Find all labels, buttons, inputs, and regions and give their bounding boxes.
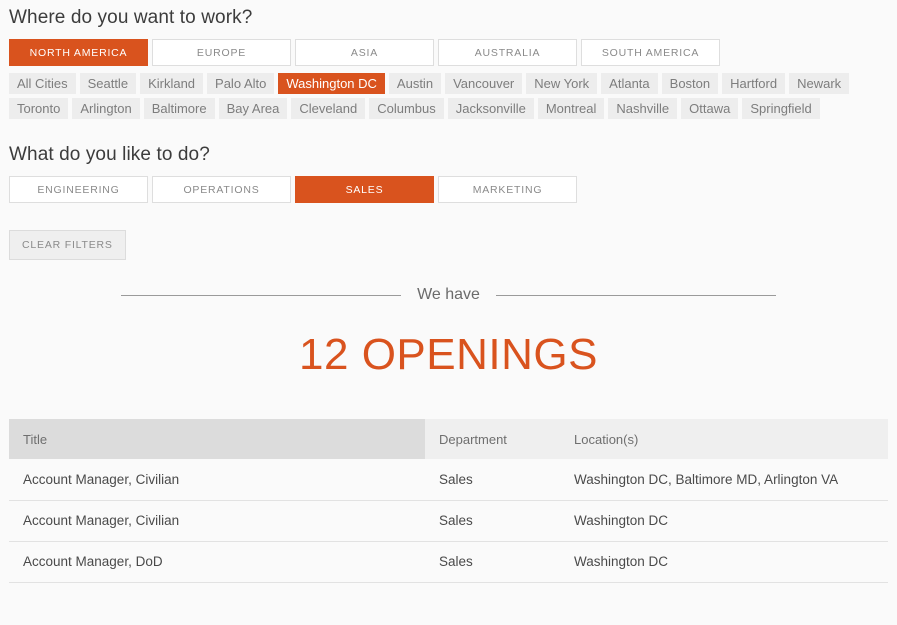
- city-chip-austin[interactable]: Austin: [388, 73, 442, 94]
- city-chip-ottawa[interactable]: Ottawa: [681, 98, 739, 119]
- clear-filters-container: CLEAR FILTERS: [0, 203, 897, 260]
- cell-locations: Washington DC, Baltimore MD, Arlington V…: [560, 459, 888, 501]
- department-filter-group: ENGINEERING OPERATIONS SALES MARKETING: [0, 166, 897, 203]
- city-chip-washington-dc[interactable]: Washington DC: [278, 73, 385, 94]
- table-header-row: Title Department Location(s): [9, 419, 888, 459]
- region-button-europe[interactable]: EUROPE: [152, 39, 291, 66]
- city-chip-springfield[interactable]: Springfield: [742, 98, 820, 119]
- cell-title: Account Manager, DoD: [9, 541, 425, 583]
- cell-locations: Washington DC: [560, 541, 888, 583]
- cell-department: Sales: [425, 459, 560, 501]
- page-title-what: What do you like to do?: [9, 144, 210, 165]
- jobs-table-container: Title Department Location(s) Account Man…: [9, 419, 888, 583]
- region-button-south-america[interactable]: SOUTH AMERICA: [581, 39, 720, 66]
- column-header-title[interactable]: Title: [9, 419, 425, 459]
- city-chip-new-york[interactable]: New York: [526, 73, 598, 94]
- openings-count: 12 OPENINGS: [299, 330, 598, 379]
- column-header-locations[interactable]: Location(s): [560, 419, 888, 459]
- city-chip-atlanta[interactable]: Atlanta: [601, 73, 658, 94]
- region-button-asia[interactable]: ASIA: [295, 39, 434, 66]
- city-chip-toronto[interactable]: Toronto: [9, 98, 69, 119]
- city-chip-kirkland[interactable]: Kirkland: [140, 73, 204, 94]
- city-chip-nashville[interactable]: Nashville: [608, 98, 678, 119]
- cell-department: Sales: [425, 541, 560, 583]
- department-button-sales[interactable]: SALES: [295, 176, 434, 203]
- region-button-north-america[interactable]: NORTH AMERICA: [9, 39, 148, 66]
- city-chip-bay-area[interactable]: Bay Area: [218, 98, 288, 119]
- table-row[interactable]: Account Manager, DoD Sales Washington DC: [9, 541, 888, 583]
- clear-filters-button[interactable]: CLEAR FILTERS: [9, 230, 126, 260]
- city-chip-newark[interactable]: Newark: [789, 73, 850, 94]
- department-button-operations[interactable]: OPERATIONS: [152, 176, 291, 203]
- jobs-table-body: Account Manager, Civilian Sales Washington…: [9, 459, 888, 583]
- cell-locations: Washington DC: [560, 500, 888, 542]
- region-filter-group: NORTH AMERICA EUROPE ASIA AUSTRALIA SOUTH AM…: [0, 29, 897, 66]
- city-chip-seattle[interactable]: Seattle: [79, 73, 137, 94]
- table-row[interactable]: Account Manager, Civilian Sales Washington…: [9, 459, 888, 501]
- department-button-marketing[interactable]: MARKETING: [438, 176, 577, 203]
- city-filter-group: All Cities Seattle Kirkland Palo Alto Washin…: [0, 66, 897, 119]
- city-chip-cleveland[interactable]: Cleveland: [291, 98, 366, 119]
- column-header-department[interactable]: Department: [425, 419, 560, 459]
- city-chip-vancouver[interactable]: Vancouver: [445, 73, 523, 94]
- region-button-australia[interactable]: AUSTRALIA: [438, 39, 577, 66]
- city-chip-arlington[interactable]: Arlington: [72, 98, 140, 119]
- city-chip-montreal[interactable]: Montreal: [537, 98, 605, 119]
- city-chip-palo-alto[interactable]: Palo Alto: [207, 73, 275, 94]
- jobs-table: Title Department Location(s) Account Man…: [9, 419, 888, 583]
- cell-title: Account Manager, Civilian: [9, 459, 425, 501]
- cell-department: Sales: [425, 500, 560, 542]
- jobs-table-head: Title Department Location(s): [9, 419, 888, 459]
- divider-right: [495, 294, 776, 296]
- city-chip-hartford[interactable]: Hartford: [722, 73, 786, 94]
- department-button-engineering[interactable]: ENGINEERING: [9, 176, 148, 203]
- we-have-label: We have: [417, 286, 480, 303]
- city-chip-jacksonville[interactable]: Jacksonville: [447, 98, 534, 119]
- divider-left: [121, 294, 402, 296]
- city-chip-boston[interactable]: Boston: [661, 73, 719, 94]
- table-row[interactable]: Account Manager, Civilian Sales Washington…: [9, 500, 888, 542]
- page-title-where: Where do you want to work?: [9, 7, 253, 28]
- results-banner: We have: [0, 286, 897, 304]
- city-chip-all-cities[interactable]: All Cities: [9, 73, 76, 94]
- city-chip-baltimore[interactable]: Baltimore: [143, 98, 215, 119]
- cell-title: Account Manager, Civilian: [9, 500, 425, 542]
- city-chip-columbus[interactable]: Columbus: [369, 98, 444, 119]
- job-search-page: Where do you want to work? NORTH AMERICA…: [0, 0, 897, 625]
